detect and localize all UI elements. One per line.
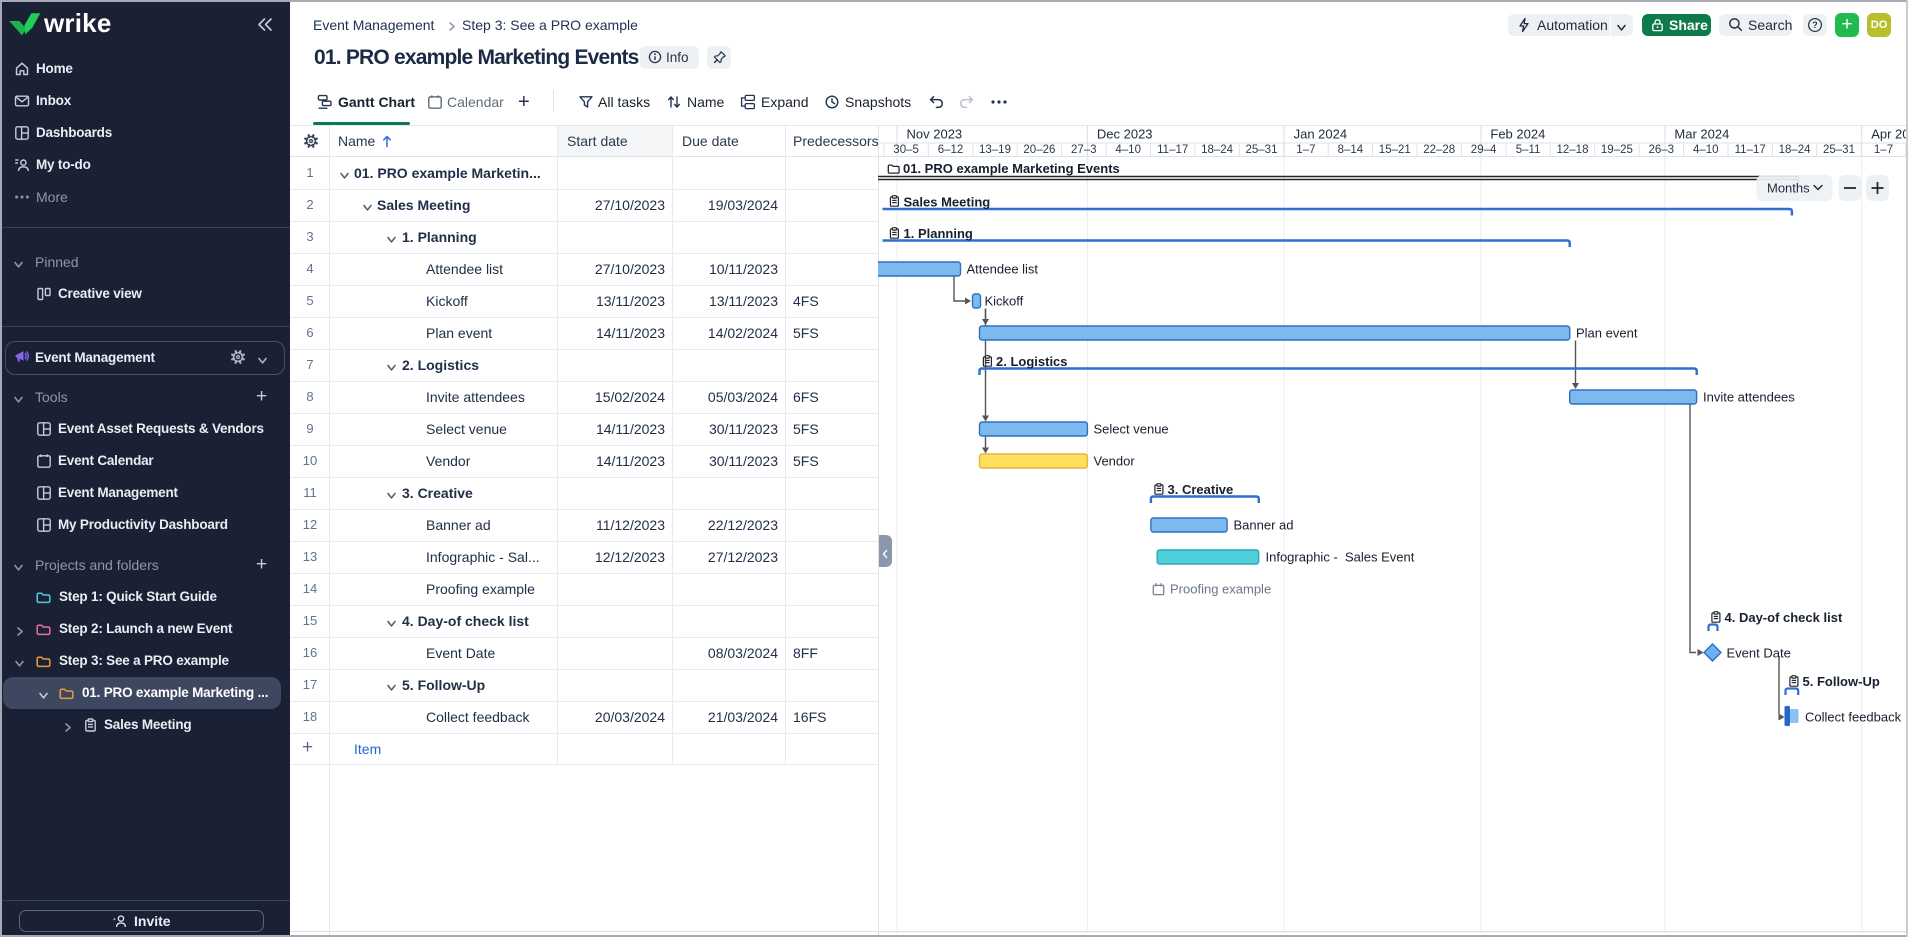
svg-text:30–5: 30–5 — [893, 144, 919, 156]
svg-text:Sales Meeting: Sales Meeting — [904, 195, 991, 210]
svg-text:1–7: 1–7 — [1296, 144, 1315, 156]
svg-text:Invite attendees: Invite attendees — [1703, 390, 1795, 405]
svg-text:Months: Months — [1767, 181, 1810, 196]
svg-text:1. Planning: 1. Planning — [904, 226, 973, 241]
svg-text:13–19: 13–19 — [979, 144, 1011, 156]
svg-text:15–21: 15–21 — [1379, 144, 1411, 156]
svg-text:Vendor: Vendor — [1094, 454, 1136, 469]
svg-text:2. Logistics: 2. Logistics — [996, 354, 1068, 369]
svg-text:?: ? — [1812, 20, 1818, 30]
svg-text:Nov 2023: Nov 2023 — [907, 127, 963, 142]
svg-text:25–31: 25–31 — [1246, 144, 1278, 156]
svg-text:Collect feedback: Collect feedback — [1805, 710, 1902, 725]
svg-text:18–24: 18–24 — [1201, 144, 1234, 156]
svg-text:Infographic - Sales Event: Infographic - Sales Event — [1266, 550, 1415, 565]
svg-text:Attendee list: Attendee list — [967, 262, 1039, 277]
svg-text:1–7: 1–7 — [1874, 144, 1893, 156]
svg-text:3. Creative: 3. Creative — [1168, 482, 1234, 497]
svg-text:Select venue: Select venue — [1094, 422, 1169, 437]
svg-text:11–17: 11–17 — [1157, 144, 1188, 156]
svg-text:5–11: 5–11 — [1516, 144, 1541, 156]
svg-text:Kickoff: Kickoff — [985, 294, 1024, 309]
svg-text:Proofing example: Proofing example — [1170, 582, 1271, 597]
svg-text:Plan event: Plan event — [1576, 326, 1638, 341]
svg-text:Jan 2024: Jan 2024 — [1294, 127, 1348, 142]
svg-text:18–24: 18–24 — [1779, 144, 1812, 156]
svg-text:Banner ad: Banner ad — [1234, 518, 1294, 533]
svg-text:29–4: 29–4 — [1471, 144, 1497, 156]
svg-text:Feb 2024: Feb 2024 — [1490, 127, 1545, 142]
svg-text:Event Date: Event Date — [1727, 646, 1791, 661]
svg-text:12–18: 12–18 — [1557, 144, 1589, 156]
svg-text:4. Day-of check list: 4. Day-of check list — [1725, 610, 1843, 625]
svg-text:01. PRO example Marketing Even: 01. PRO example Marketing Events — [903, 161, 1120, 176]
svg-text:Dec 2023: Dec 2023 — [1097, 127, 1153, 142]
svg-text:27–3: 27–3 — [1071, 144, 1097, 156]
svg-text:4–10: 4–10 — [1115, 144, 1141, 156]
svg-text:19–25: 19–25 — [1601, 144, 1633, 156]
svg-text:Mar 2024: Mar 2024 — [1674, 127, 1729, 142]
svg-text:Apr 20: Apr 20 — [1871, 127, 1908, 142]
svg-text:8–14: 8–14 — [1338, 144, 1364, 156]
svg-text:4–10: 4–10 — [1693, 144, 1719, 156]
svg-text:22–28: 22–28 — [1423, 144, 1455, 156]
svg-text:5. Follow-Up: 5. Follow-Up — [1803, 674, 1880, 689]
svg-text:26–3: 26–3 — [1649, 144, 1675, 156]
svg-text:25–31: 25–31 — [1823, 144, 1855, 156]
svg-text:6–12: 6–12 — [938, 144, 964, 156]
svg-text:20–26: 20–26 — [1023, 144, 1055, 156]
svg-text:11–17: 11–17 — [1735, 144, 1766, 156]
